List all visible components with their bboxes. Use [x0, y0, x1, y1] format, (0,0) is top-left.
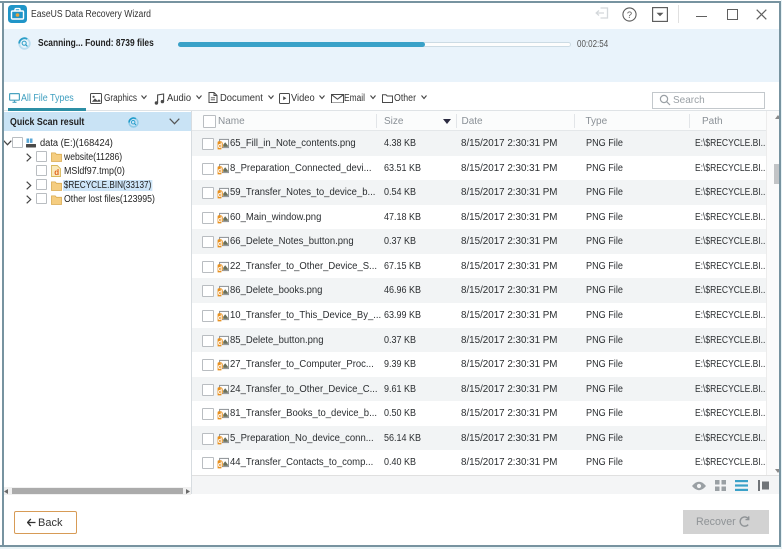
svg-text:d: d: [218, 339, 222, 346]
svg-text:d: d: [218, 314, 222, 321]
svg-text:d: d: [218, 167, 222, 174]
svg-text:d: d: [218, 289, 222, 296]
svg-text:d: d: [218, 265, 222, 272]
svg-text:d: d: [218, 437, 222, 444]
svg-text:d: d: [218, 461, 222, 468]
svg-text:d: d: [218, 363, 222, 370]
svg-text:d: d: [54, 168, 59, 177]
svg-text:d: d: [218, 240, 222, 247]
svg-text:?: ?: [627, 10, 632, 20]
svg-text:d: d: [218, 142, 222, 149]
svg-text:d: d: [218, 216, 222, 223]
svg-text:d: d: [218, 388, 222, 395]
svg-text:d: d: [218, 412, 222, 419]
svg-text:d: d: [218, 191, 222, 198]
